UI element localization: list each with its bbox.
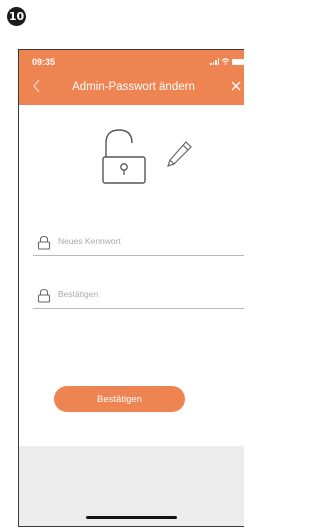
page-title: Admin-Passwort ändern	[72, 81, 195, 93]
confirm-password-input[interactable]	[58, 289, 228, 299]
page: 10 09:35 Admin-Passwort ändern Bestätige…	[0, 0, 244, 532]
phone-screen: 09:35 Admin-Passwort ändern Bestätigen	[18, 49, 244, 527]
wifi-icon	[221, 58, 230, 65]
confirm-password-field	[33, 283, 244, 309]
home-indicator[interactable]	[86, 516, 177, 519]
confirm-button[interactable]: Bestätigen	[54, 386, 185, 412]
lock-icon	[37, 235, 51, 250]
battery-icon	[232, 58, 244, 65]
footer-area	[19, 446, 244, 526]
content-area	[19, 105, 244, 391]
status-time: 09:35	[32, 57, 56, 67]
step-number-badge: 10	[7, 7, 26, 26]
signal-icon	[210, 58, 219, 65]
pencil-icon	[167, 141, 192, 167]
status-icons	[210, 58, 244, 65]
new-password-field	[33, 230, 244, 256]
unlocked-padlock-icon	[102, 129, 146, 184]
close-icon[interactable]	[229, 78, 243, 94]
lock-icon	[37, 288, 51, 303]
app-header: 09:35 Admin-Passwort ändern	[19, 50, 244, 105]
new-password-input[interactable]	[58, 236, 228, 246]
